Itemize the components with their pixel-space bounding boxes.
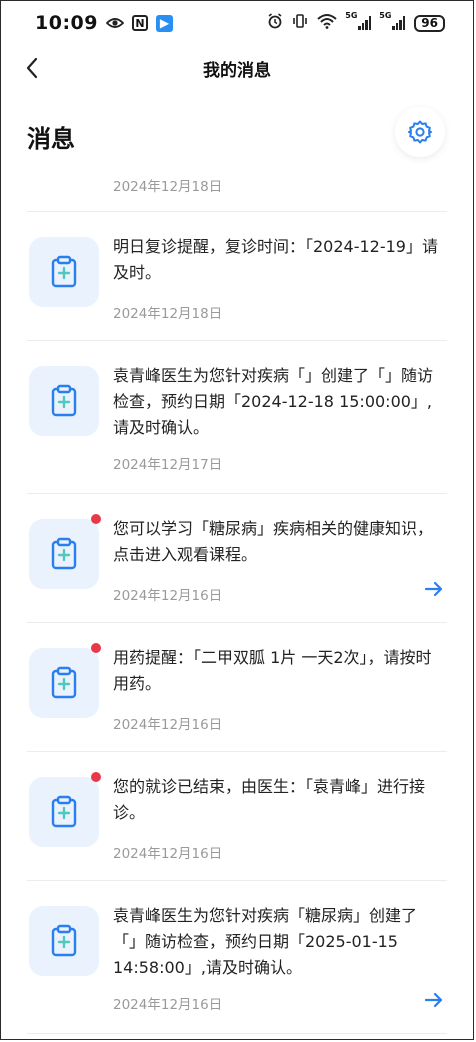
back-button[interactable]: [17, 53, 47, 83]
clipboard-icon: [51, 384, 77, 417]
message-date: 2024年12月16日: [113, 846, 223, 862]
message-item[interactable]: 袁青峰医生为您针对疾病「」创建了「」随访检查，预约日期「2024-12-18 1…: [27, 341, 447, 494]
clipboard-icon: [51, 795, 77, 828]
arrow-right-icon[interactable]: [423, 578, 445, 600]
message-date: 2024年12月16日: [113, 997, 223, 1013]
message-text: 您的就诊已结束，由医生：「袁青峰」进行接诊。: [113, 777, 426, 822]
arrow-right-icon[interactable]: [423, 989, 445, 1011]
message-type-icon: [29, 237, 99, 307]
unread-dot: [91, 643, 101, 653]
gear-icon: [408, 120, 432, 144]
clipboard-icon: [51, 666, 77, 699]
message-text: 您可以学习「糖尿病」疾病相关的健康知识，点击进入观看课程。: [113, 519, 434, 564]
message-type-icon: [29, 519, 99, 589]
page-title: 我的消息: [203, 60, 271, 81]
message-date: 2024年12月18日: [113, 306, 223, 322]
clipboard-icon: [51, 255, 77, 288]
message-text: 袁青峰医生为您针对疾病「糖尿病」创建了「」随访检查，预约日期「2025-01-1…: [113, 906, 418, 977]
message-text: 袁青峰医生为您针对疾病「」创建了「」随访检查，预约日期「2024-12-18 1…: [113, 366, 434, 437]
battery-indicator: 96: [414, 14, 445, 32]
status-bar: 10:09 N ▶ 5G 5G 96: [1, 1, 473, 45]
message-type-icon: [29, 777, 99, 847]
vibrate-icon: [292, 13, 308, 33]
message-item[interactable]: 明日复诊提醒，复诊时间：「2024-12-19」请及时。 2024年12月18日: [27, 212, 447, 341]
unread-dot: [91, 772, 101, 782]
alarm-icon: [267, 13, 283, 33]
message-item[interactable]: 您可以学习「糖尿病」疾病相关的健康知识，点击进入观看课程。 2024年12月16日: [27, 494, 447, 623]
settings-button[interactable]: [395, 107, 445, 157]
app-notification-icon: ▶: [155, 14, 173, 32]
screen: 10:09 N ▶ 5G 5G 96 我的消息 消息 2024年12月18日 明…: [0, 0, 474, 1040]
message-date: 2024年12月16日: [113, 588, 223, 604]
signal-icon: 5G: [345, 11, 372, 30]
message-date: 2024年12月17日: [113, 457, 223, 473]
title-bar: 我的消息: [1, 45, 473, 91]
unread-dot: [91, 514, 101, 524]
clock: 10:09: [35, 12, 98, 34]
message-item[interactable]: 用药提醒：「二甲双胍 1片 一天2次」，请按时用药。 2024年12月16日: [27, 623, 447, 752]
message-text: 用药提醒：「二甲双胍 1片 一天2次」，请按时用药。: [113, 648, 432, 693]
clipboard-icon: [51, 924, 77, 957]
message-text: 明日复诊提醒，复诊时间：「2024-12-19」请及时。: [113, 237, 438, 282]
clipboard-icon: [51, 537, 77, 570]
message-item[interactable]: 袁青峰医生为您针对疾病「糖尿病」创建了「」随访检查，预约日期「2025-01-1…: [27, 881, 447, 1034]
message-type-icon: [29, 906, 99, 976]
section-title: 消息: [27, 125, 75, 153]
eye-icon: [105, 14, 124, 32]
signal-icon-2: 5G: [379, 11, 406, 30]
chevron-left-icon: [26, 57, 38, 79]
message-type-icon: [29, 366, 99, 436]
header-date: 2024年12月18日: [113, 179, 223, 195]
message-item[interactable]: 您的就诊已结束，由医生：「袁青峰」进行接诊。 2024年12月16日: [27, 752, 447, 881]
message-list: 明日复诊提醒，复诊时间：「2024-12-19」请及时。 2024年12月18日袁…: [1, 212, 473, 1034]
message-type-icon: [29, 648, 99, 718]
wifi-icon: [317, 13, 337, 33]
nfc-icon: N: [131, 15, 148, 31]
message-date: 2024年12月16日: [113, 717, 223, 733]
